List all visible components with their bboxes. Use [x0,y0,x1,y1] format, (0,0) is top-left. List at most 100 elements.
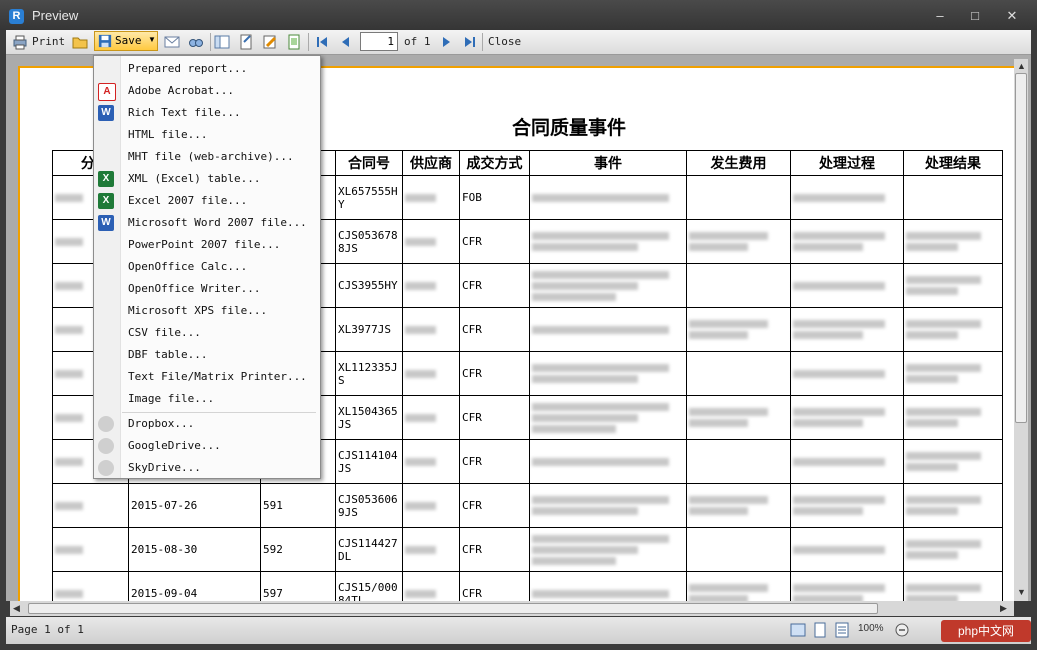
save-menu-item[interactable]: X XML (Excel) table... [94,168,320,190]
cloud-icon [98,438,114,454]
column-header: 发生费用 [686,150,791,176]
page-number-input[interactable] [360,32,398,51]
method-cell: FOB [459,175,530,220]
save-menu-item[interactable]: Dropbox... [94,413,320,435]
window-title: Preview [32,8,79,23]
edit-icon[interactable] [262,34,278,50]
toolbar-separator [308,33,309,51]
close-icon[interactable]: ✕ [1002,8,1022,24]
horizontal-scrollbar[interactable]: ◀ ▶ [10,601,1014,616]
redacted-cell [686,527,791,572]
save-menu-item-label: OpenOffice Calc... [128,260,248,273]
column-header: 合同号 [335,150,403,176]
save-menu-item[interactable]: W Rich Text file... [94,102,320,124]
redacted-cell [790,483,904,528]
redacted-cell [903,527,1003,572]
date-cell: 2015-07-26 [128,483,261,528]
save-menu-item[interactable]: W Microsoft Word 2007 file... [94,212,320,234]
contract-cell: XL3977JS [335,307,403,352]
serial-cell: 592 [260,527,336,572]
save-menu-item[interactable]: X Excel 2007 file... [94,190,320,212]
print-icon[interactable] [12,34,28,50]
contract-cell: CJS0536788JS [335,219,403,264]
redacted-cell [529,439,687,484]
method-cell: CFR [459,307,530,352]
save-menu-item-label: GoogleDrive... [128,439,221,452]
zoom-100-icon[interactable] [834,622,850,638]
column-header: 事件 [529,150,687,176]
redacted-cell [529,527,687,572]
zoom-whole-page-icon[interactable] [812,622,828,638]
save-menu-item[interactable]: PowerPoint 2007 file... [94,234,320,256]
serial-cell: 597 [260,571,336,601]
minimize-icon[interactable]: – [930,8,950,24]
save-menu-item[interactable]: MHT file (web-archive)... [94,146,320,168]
close-button[interactable]: Close [488,32,521,52]
watermark-icon[interactable] [286,34,302,50]
save-menu-item[interactable]: A Adobe Acrobat... [94,80,320,102]
save-menu-item[interactable]: Image file... [94,388,320,410]
last-page-icon[interactable] [462,34,478,50]
print-button[interactable]: Print [32,32,65,52]
outline-icon[interactable] [214,34,230,50]
redacted-cell [402,219,460,264]
next-page-icon[interactable] [438,34,454,50]
contract-cell: CJS15/00084TL [335,571,403,601]
redacted-cell [402,527,460,572]
save-menu-item[interactable]: DBF table... [94,344,320,366]
scroll-down-icon[interactable]: ▼ [1017,587,1026,597]
watermark-logo: php中文网 [941,620,1031,642]
save-button[interactable]: Save ▼ [94,31,158,51]
scroll-left-icon[interactable]: ◀ [13,603,20,614]
redacted-cell [790,219,904,264]
redacted-cell [529,395,687,440]
zoom-page-width-icon[interactable] [790,622,806,638]
redacted-cell [790,263,904,308]
toolbar-separator [482,33,483,51]
save-menu-item[interactable]: OpenOffice Calc... [94,256,320,278]
cloud-icon [98,460,114,476]
horizontal-scroll-thumb[interactable] [28,603,878,614]
save-menu-item[interactable]: GoogleDrive... [94,435,320,457]
date-cell: 2015-08-30 [128,527,261,572]
email-icon[interactable] [164,34,180,50]
open-folder-icon[interactable] [72,34,88,50]
first-page-icon[interactable] [314,34,330,50]
redacted-cell [529,263,687,308]
redacted-cell [903,351,1003,396]
redacted-cell [529,483,687,528]
save-menu-item[interactable]: Prepared report... [94,58,320,80]
save-menu-item-label: XML (Excel) table... [128,172,261,185]
save-menu-item[interactable]: HTML file... [94,124,320,146]
contract-cell: CJS3955HY [335,263,403,308]
toolbar-separator [210,33,211,51]
save-menu-item[interactable]: Microsoft XPS file... [94,300,320,322]
save-menu-item-label: Microsoft Word 2007 file... [128,216,307,229]
save-menu-item[interactable]: Text File/Matrix Printer... [94,366,320,388]
status-bar: Page 1 of 1 100% [6,617,1031,644]
vertical-scroll-thumb[interactable] [1015,73,1027,423]
save-menu-item[interactable]: OpenOffice Writer... [94,278,320,300]
save-menu-item-label: Text File/Matrix Printer... [128,370,307,383]
scroll-up-icon[interactable]: ▲ [1017,61,1026,71]
maximize-icon[interactable]: □ [965,8,985,24]
app-logo-icon: R [9,9,24,24]
zoom-out-icon[interactable] [894,622,910,638]
word-icon: W [98,215,114,231]
contract-cell: CJS114427DL [335,527,403,572]
vertical-scrollbar[interactable]: ▲ ▼ [1014,59,1028,601]
find-icon[interactable] [188,34,204,50]
save-menu-item[interactable]: SkyDrive... [94,457,320,479]
redacted-cell [529,219,687,264]
redacted-cell [686,307,791,352]
save-menu-item-label: PowerPoint 2007 file... [128,238,281,251]
prev-page-icon[interactable] [338,34,354,50]
save-menu-item-label: CSV file... [128,326,201,339]
redacted-cell [529,307,687,352]
page-setup-icon[interactable] [238,34,254,50]
scroll-right-icon[interactable]: ▶ [1000,603,1007,614]
redacted-cell [402,175,460,220]
floppy-disk-icon [98,34,112,48]
save-menu-item[interactable]: CSV file... [94,322,320,344]
redacted-cell [402,351,460,396]
